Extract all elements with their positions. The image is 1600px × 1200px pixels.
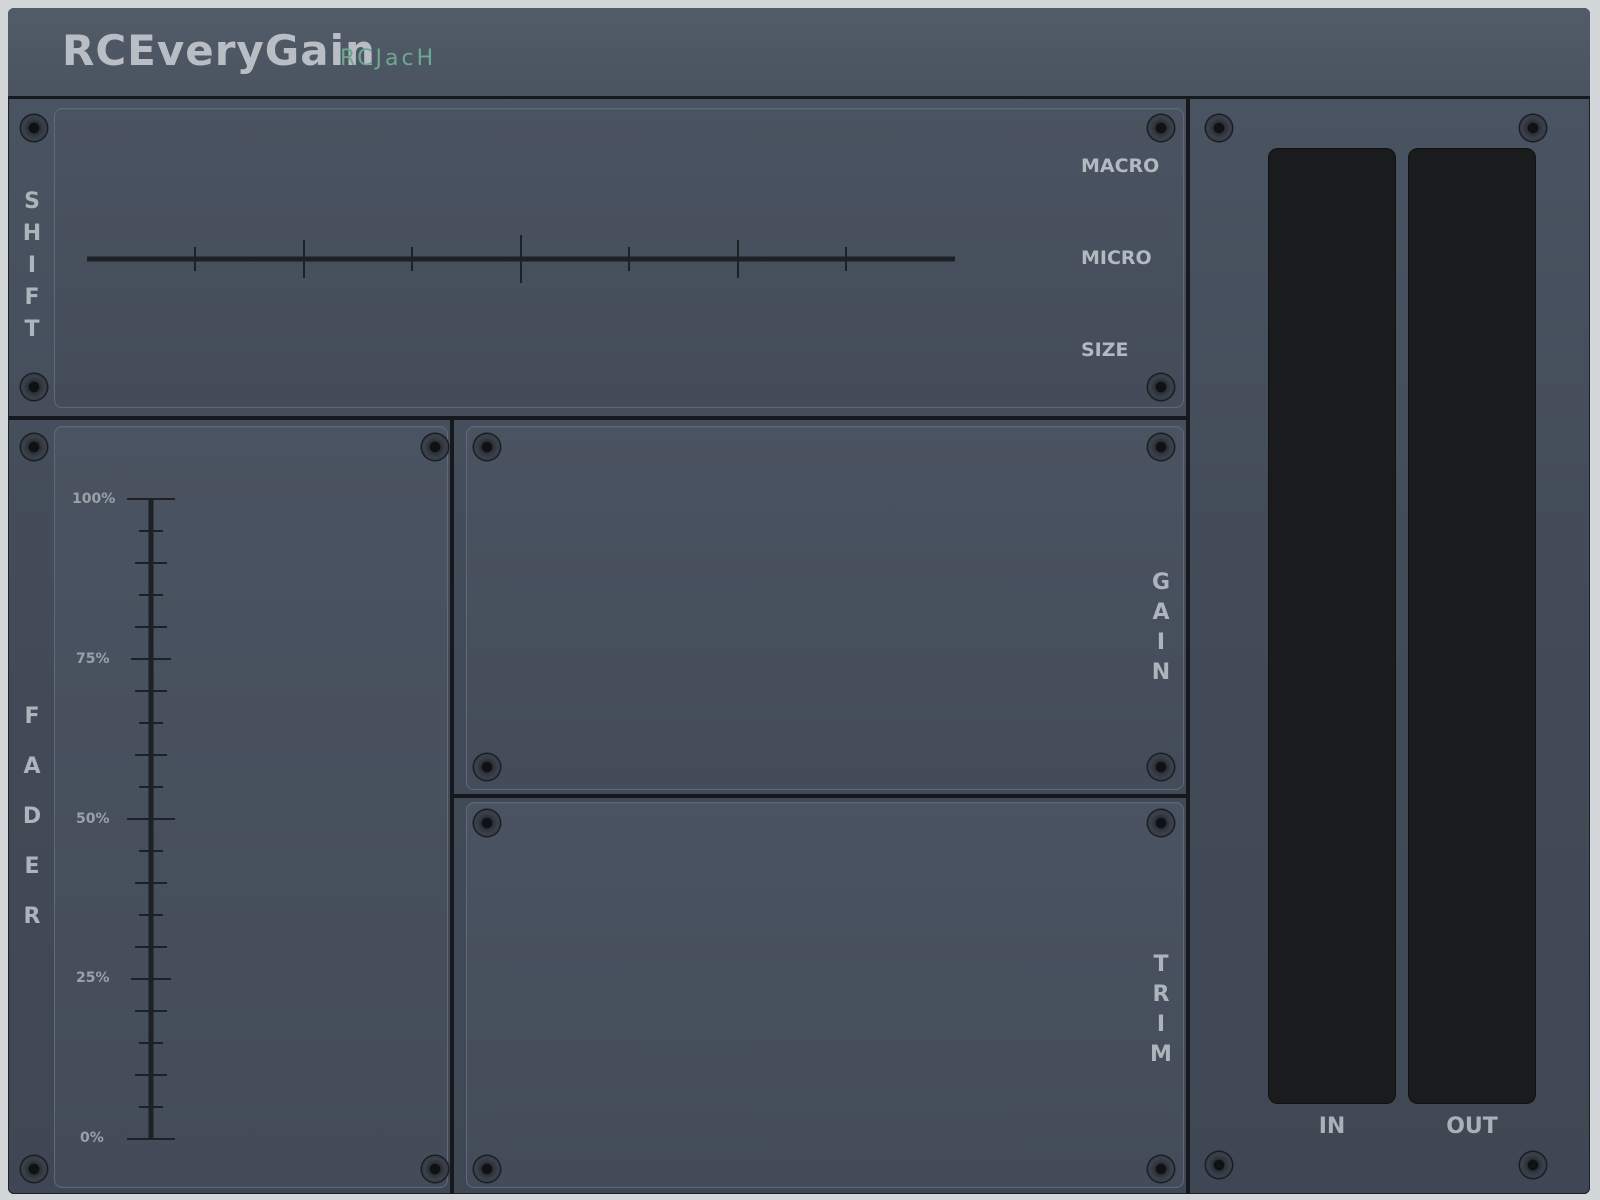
fader-letter: E — [24, 854, 40, 879]
shift-section-label: S H I F T — [17, 186, 47, 346]
output-meter-label: OUT — [1446, 1114, 1498, 1139]
fader-scale-label: 50% — [76, 811, 110, 827]
screw-icon — [1520, 115, 1546, 141]
shift-letter: F — [24, 285, 40, 310]
fader-slider[interactable] — [121, 483, 201, 1143]
screw-icon — [474, 810, 500, 836]
screw-icon — [21, 115, 47, 141]
shift-option-macro[interactable]: MACRO — [1081, 155, 1159, 177]
screw-icon — [422, 1156, 448, 1182]
shift-letter: T — [24, 317, 40, 342]
fader-scale-label: 100% — [72, 491, 116, 507]
screw-icon — [1520, 1152, 1546, 1178]
screw-icon — [474, 754, 500, 780]
fader-letter: D — [22, 804, 42, 829]
gain-letter: I — [1156, 630, 1166, 655]
input-level-meter — [1268, 148, 1396, 1104]
screw-icon — [21, 434, 47, 460]
fader-panel: 100% 75% 50% 25% 0% — [54, 426, 448, 1188]
fader-letter: R — [23, 904, 41, 929]
plugin-header: RCEveryGain RCJacH — [8, 8, 1590, 99]
input-meter-label: IN — [1318, 1114, 1346, 1139]
trim-letter: R — [1152, 982, 1170, 1007]
screw-icon — [21, 374, 47, 400]
plugin-window: RCEveryGain RCJacH S H I F T MACRO MICRO… — [8, 8, 1590, 1194]
trim-panel[interactable] — [466, 802, 1184, 1188]
fader-section-label: F A D E R — [17, 692, 47, 942]
screw-icon — [1148, 754, 1174, 780]
gain-panel[interactable] — [466, 426, 1184, 790]
shift-letter: H — [22, 221, 42, 246]
fader-scale-label: 25% — [76, 970, 110, 986]
divider-right-column — [1186, 99, 1190, 1194]
screw-icon — [1148, 1156, 1174, 1182]
plugin-title: RCEveryGain — [62, 26, 376, 75]
trim-section-label: T R I M — [1146, 950, 1176, 1070]
screw-icon — [422, 434, 448, 460]
gain-letter: A — [1152, 600, 1170, 625]
screw-icon — [1206, 115, 1232, 141]
gain-section-label: G A I N — [1146, 568, 1176, 688]
trim-letter: I — [1156, 1012, 1166, 1037]
output-level-meter — [1408, 148, 1536, 1104]
screw-icon — [474, 1156, 500, 1182]
fader-letter: A — [23, 754, 41, 779]
fader-scale-label: 75% — [76, 651, 110, 667]
fader-letter: F — [24, 704, 40, 729]
trim-letter: T — [1153, 952, 1169, 977]
screw-icon — [1206, 1152, 1232, 1178]
screw-icon — [1148, 434, 1174, 460]
shift-letter: S — [24, 189, 40, 214]
shift-option-micro[interactable]: MICRO — [1081, 247, 1152, 269]
shift-slider[interactable] — [83, 229, 963, 289]
trim-letter: M — [1150, 1042, 1172, 1067]
divider-shift-bottom — [8, 416, 1188, 420]
screw-icon — [474, 434, 500, 460]
plugin-vendor: RCJacH — [340, 46, 437, 71]
screw-icon — [21, 1156, 47, 1182]
screw-icon — [1148, 810, 1174, 836]
divider-fader-right — [450, 420, 454, 1194]
gain-letter: G — [1151, 570, 1171, 595]
divider-gain-bottom — [454, 794, 1188, 798]
gain-letter: N — [1151, 660, 1171, 685]
shift-panel: MACRO MICRO SIZE — [54, 108, 1184, 408]
shift-letter: I — [27, 253, 37, 278]
shift-option-size[interactable]: SIZE — [1081, 339, 1129, 361]
fader-scale-label: 0% — [80, 1130, 104, 1146]
screw-icon — [1148, 374, 1174, 400]
screw-icon — [1148, 115, 1174, 141]
